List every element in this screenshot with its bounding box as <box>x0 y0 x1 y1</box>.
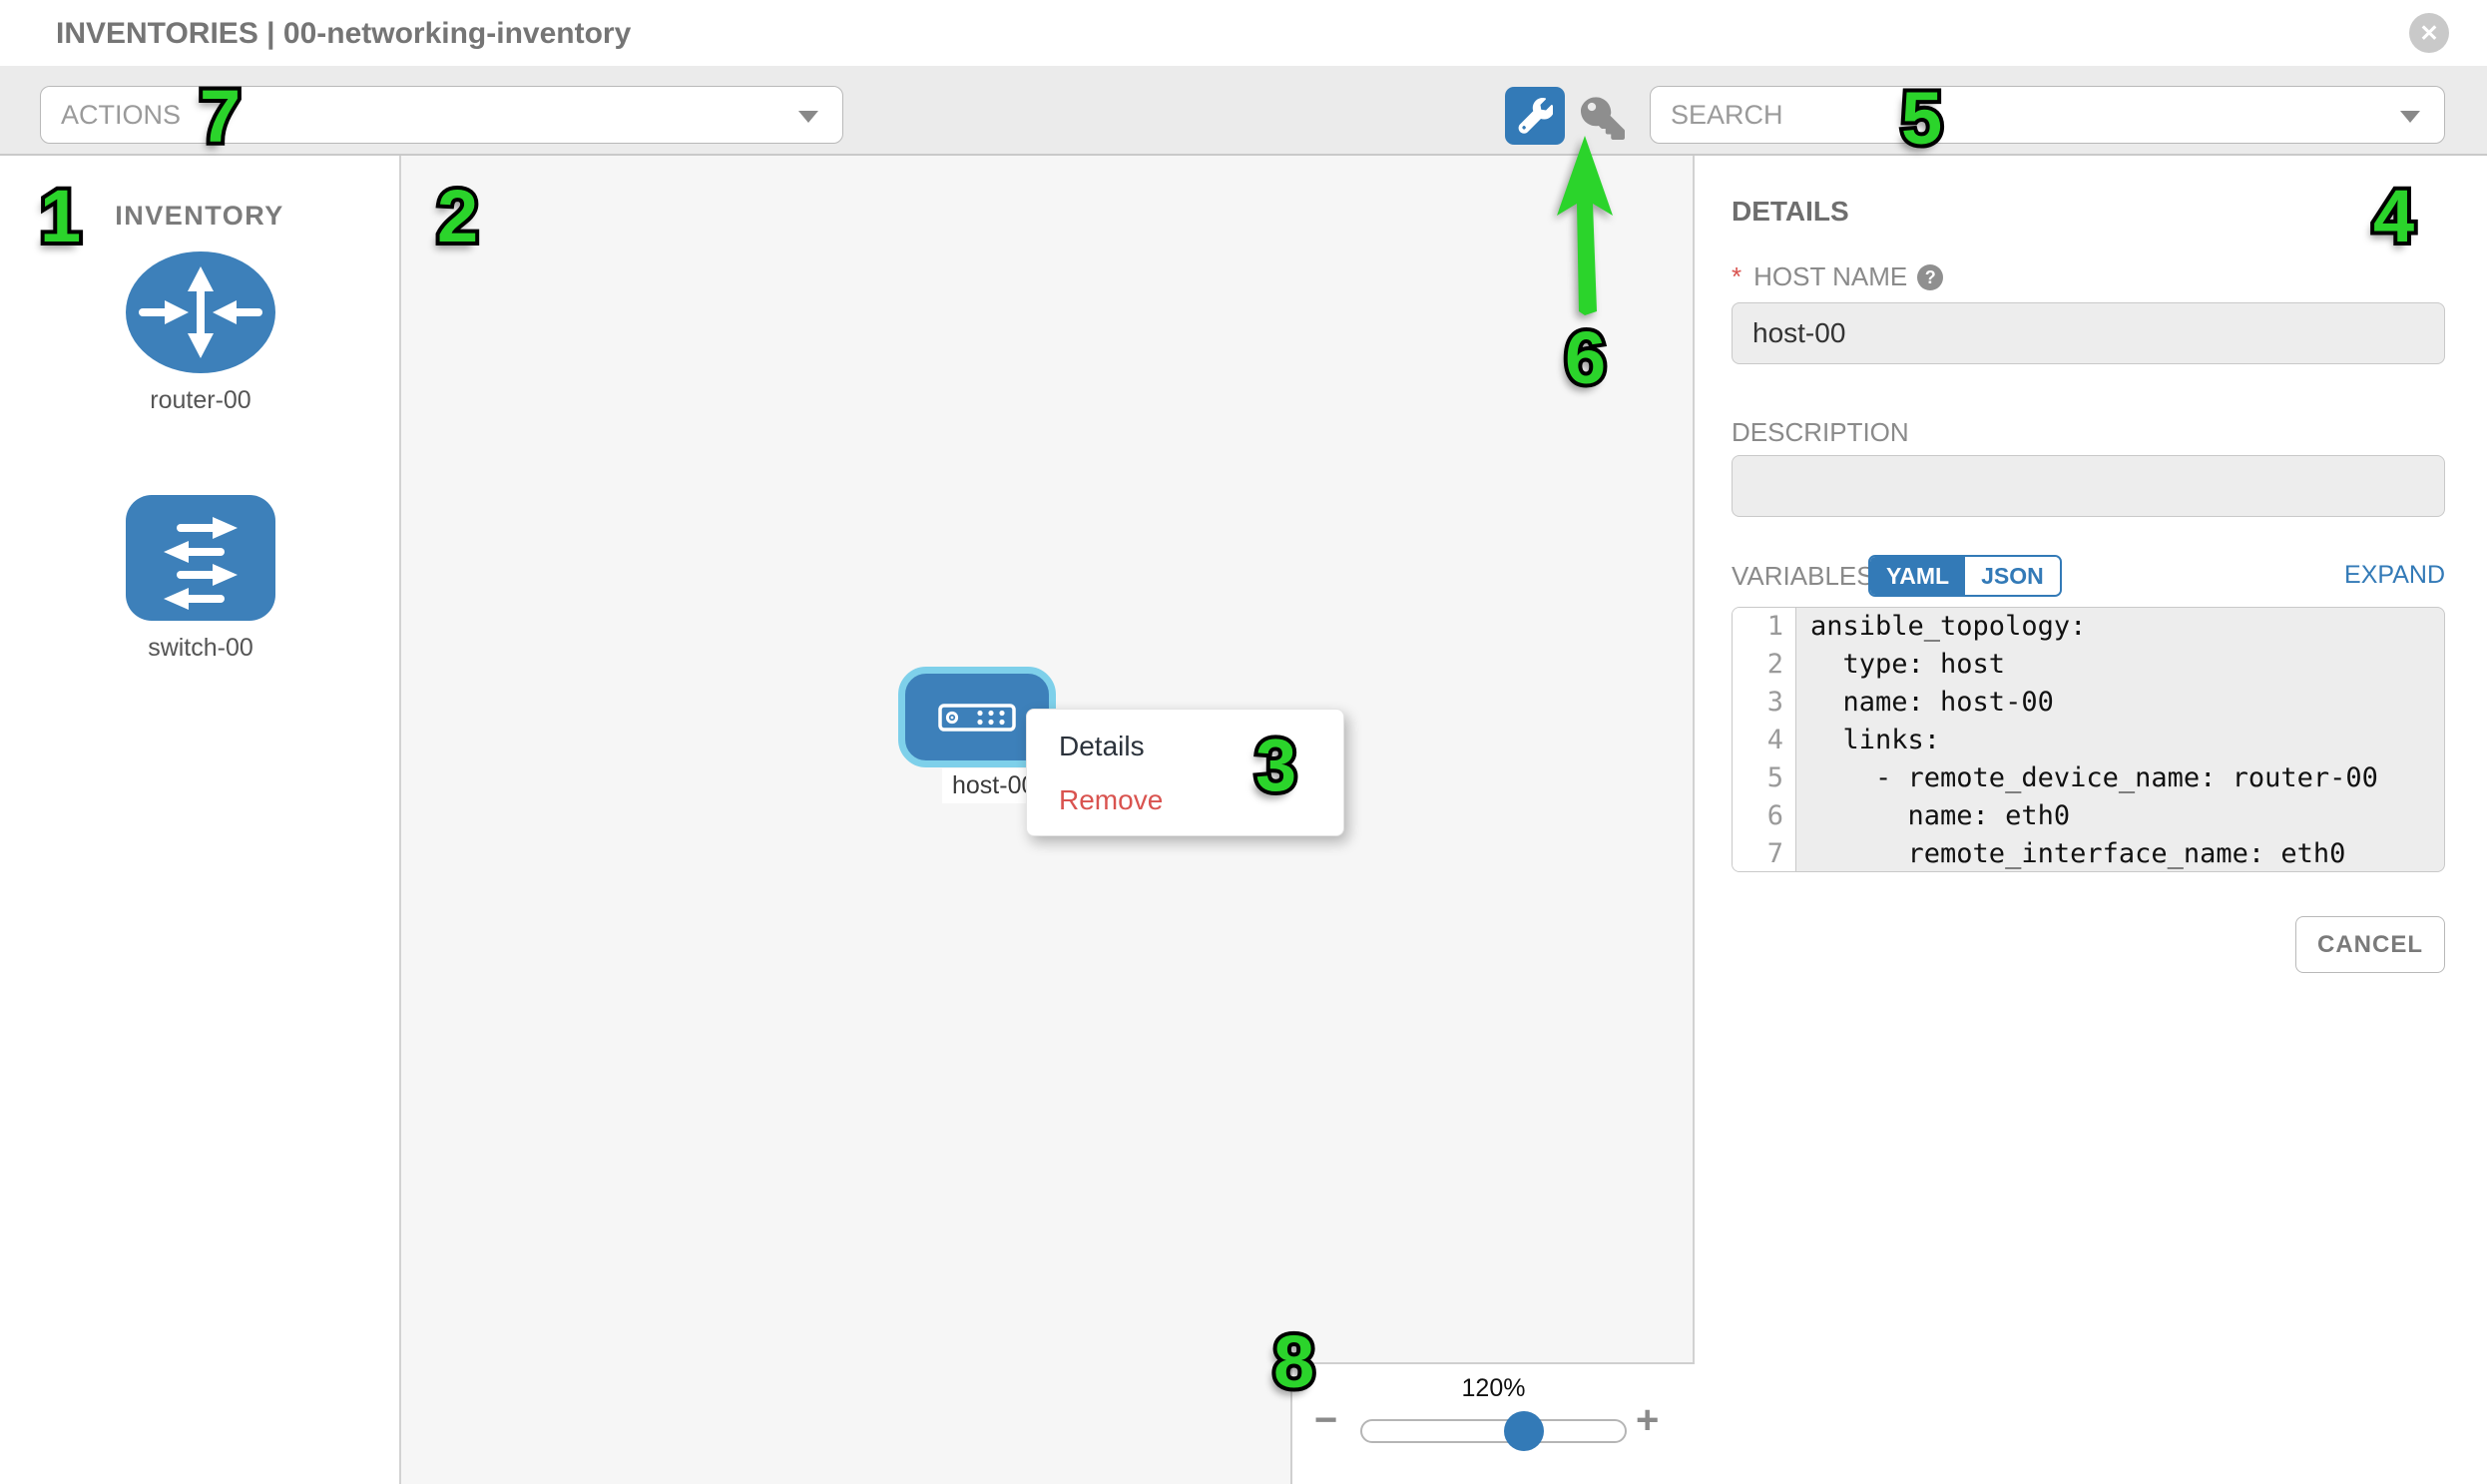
code-line: remote_interface_name: eth0 <box>1796 835 2345 872</box>
annotation-7: 7 <box>200 80 241 154</box>
chevron-down-icon <box>2400 111 2420 123</box>
chevron-down-icon <box>798 111 818 123</box>
annotation-1: 1 <box>40 180 81 253</box>
line-number: 1 <box>1733 608 1796 646</box>
variables-editor[interactable]: 1ansible_topology: 2 type: host 3 name: … <box>1732 607 2445 872</box>
details-panel: DETAILS * HOST NAME ? DESCRIPTION VARIAB… <box>1697 156 2487 1484</box>
annotation-6: 6 <box>1565 321 1606 395</box>
host-name-input[interactable] <box>1732 302 2445 364</box>
toggle-yaml[interactable]: YAML <box>1870 557 1965 595</box>
search-dropdown-label: SEARCH <box>1671 100 1783 131</box>
annotation-5: 5 <box>1901 82 1942 156</box>
required-asterisk: * <box>1732 261 1741 292</box>
app-window: INVENTORIES | 00-networking-inventory ✕ … <box>0 0 2487 1484</box>
line-number: 3 <box>1733 684 1796 722</box>
line-number: 2 <box>1733 646 1796 684</box>
page-title: INVENTORIES | 00-networking-inventory <box>56 17 631 51</box>
code-line: - remote_device_name: router-00 <box>1796 759 2378 797</box>
green-up-arrow-icon <box>1555 136 1617 315</box>
annotation-4: 4 <box>2373 180 2414 253</box>
code-line: links: <box>1796 722 1940 759</box>
description-label: DESCRIPTION <box>1732 417 1909 448</box>
zoom-in-button[interactable]: + <box>1636 1398 1659 1443</box>
sidebar-item-label: router-00 <box>0 386 401 415</box>
actions-dropdown-label: ACTIONS <box>61 100 181 131</box>
toggle-json[interactable]: JSON <box>1965 557 2060 595</box>
actions-dropdown[interactable]: ACTIONS <box>40 86 843 144</box>
sidebar-item-router[interactable]: router-00 <box>0 251 401 415</box>
code-line: type: host <box>1796 646 2005 684</box>
zoom-slider-thumb[interactable] <box>1504 1411 1544 1451</box>
details-title: DETAILS <box>1732 196 1849 228</box>
search-dropdown[interactable]: SEARCH <box>1650 86 2445 144</box>
inventory-sidebar: INVENTORY router-00 <box>0 156 401 1484</box>
description-input[interactable] <box>1732 455 2445 517</box>
zoom-control: 120% − + <box>1290 1362 1695 1484</box>
code-line: ansible_topology: <box>1796 608 2086 646</box>
code-line: name: eth0 <box>1796 797 2070 835</box>
header: INVENTORIES | 00-networking-inventory ✕ <box>0 0 2487 66</box>
switch-icon <box>126 495 275 621</box>
annotation-8: 8 <box>1273 1325 1314 1399</box>
zoom-slider-track[interactable] <box>1360 1419 1627 1443</box>
sidebar-item-label: switch-00 <box>0 634 401 663</box>
host-icon <box>938 704 1016 732</box>
toolbar: ACTIONS SEARCH <box>0 66 2487 156</box>
yaml-json-toggle: YAML JSON <box>1868 555 2062 597</box>
router-icon <box>126 251 275 373</box>
line-number: 4 <box>1733 722 1796 759</box>
key-icon <box>1581 96 1625 140</box>
topology-canvas[interactable]: host-00 Details Remove 120% − + <box>401 156 1695 1484</box>
cancel-button[interactable]: CANCEL <box>2295 916 2445 973</box>
annotation-2: 2 <box>437 180 478 253</box>
code-line: name: host-00 <box>1796 684 2054 722</box>
variables-row: VARIABLES ? YAML JSON EXPAND <box>1732 555 2445 597</box>
host-name-label: * HOST NAME ? <box>1732 261 1943 292</box>
zoom-level: 120% <box>1292 1374 1695 1403</box>
close-icon[interactable]: ✕ <box>2409 13 2449 53</box>
zoom-out-button[interactable]: − <box>1314 1398 1337 1443</box>
wrench-icon <box>1517 98 1553 134</box>
key-button[interactable] <box>1581 96 1625 140</box>
expand-link[interactable]: EXPAND <box>2344 561 2445 590</box>
help-icon[interactable]: ? <box>1917 264 1943 290</box>
sidebar-item-switch[interactable]: switch-00 <box>0 495 401 663</box>
line-number: 6 <box>1733 797 1796 835</box>
line-number: 7 <box>1733 835 1796 872</box>
line-number: 5 <box>1733 759 1796 797</box>
annotation-3: 3 <box>1255 729 1296 802</box>
